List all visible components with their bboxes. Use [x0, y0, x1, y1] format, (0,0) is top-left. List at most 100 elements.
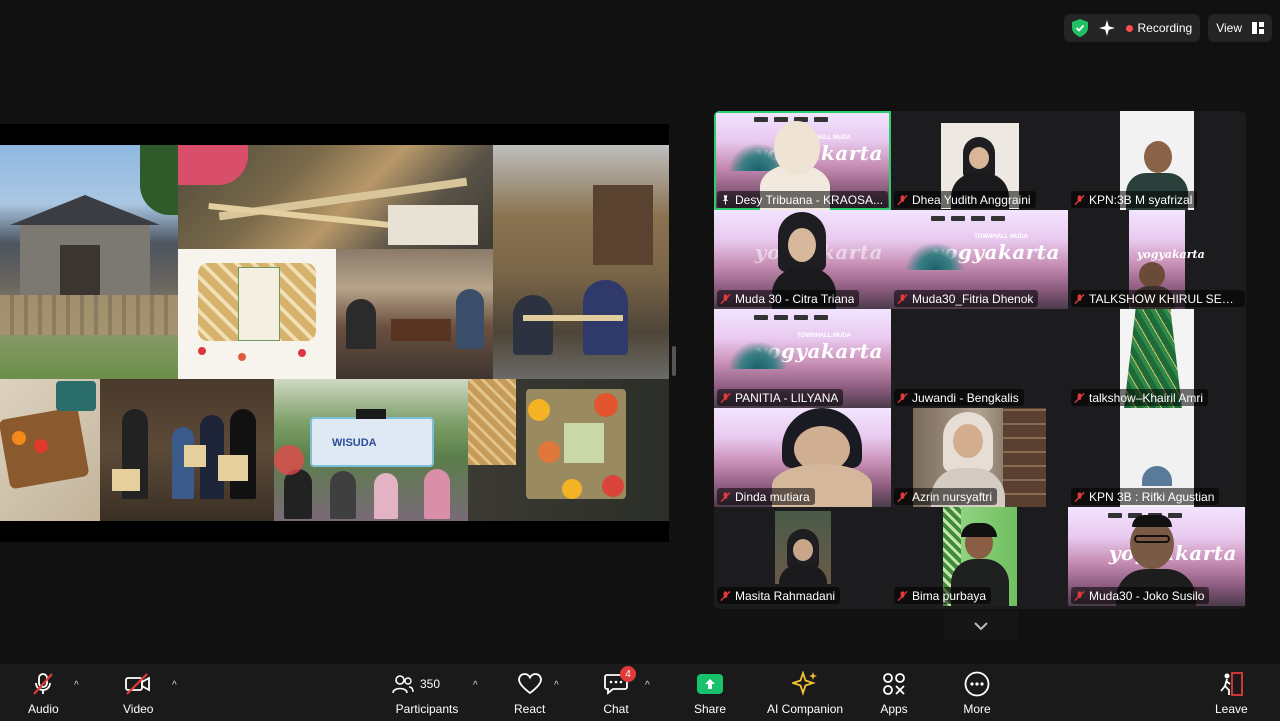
photo-meeting-room [336, 249, 493, 379]
participant-name-tag: KPN:3B M syafrizal [1071, 191, 1198, 208]
grid-view-icon [1252, 22, 1264, 34]
participants-button[interactable]: 350 Participants [392, 670, 462, 716]
share-label: Share [694, 702, 727, 716]
participant-tile[interactable]: yogyakarta Muda 30 - Citra Triana [714, 210, 891, 309]
share-button[interactable]: Share [694, 670, 726, 716]
participant-tile[interactable]: yogyakarta Muda30 - Joko Susilo [1068, 507, 1245, 606]
participant-tile[interactable]: yogyakarta TALKSHOW KHIRUL SETIA... [1068, 210, 1245, 309]
mic-muted-icon [897, 491, 908, 502]
apps-icon [883, 673, 905, 695]
mic-muted-icon [33, 673, 54, 695]
participant-name: Azrin nursyaftri [912, 489, 993, 504]
participant-tile[interactable]: TOWNHALL MUDA yogyakarta Desy Tribuana -… [714, 111, 891, 210]
participants-options-caret-icon[interactable]: ^ [473, 680, 478, 691]
mic-muted-icon [720, 392, 731, 403]
mic-muted-icon [720, 590, 731, 601]
participant-tile[interactable]: TOWNHALL MUDA yogyakarta PANITIA - LILYA… [714, 309, 891, 408]
mic-muted-icon [1074, 293, 1085, 304]
video-off-icon [125, 673, 151, 695]
video-button[interactable]: Video [123, 670, 153, 716]
shared-screen[interactable]: WISUDA [0, 124, 669, 542]
mic-muted-icon [897, 293, 908, 304]
participant-tile[interactable]: Masita Rahmadani [714, 507, 891, 606]
photo-weaving [178, 145, 493, 249]
video-label: Video [123, 702, 154, 716]
participant-tile[interactable]: Dhea Yudith Anggraini [891, 111, 1068, 210]
video-options-caret-icon[interactable]: ^ [172, 680, 177, 691]
participant-tile[interactable]: KPN:3B M syafrizal [1068, 111, 1245, 210]
react-options-caret-icon[interactable]: ^ [554, 680, 559, 691]
participant-tile[interactable]: Dinda mutiara [714, 408, 891, 507]
photo-basket-product [178, 249, 336, 379]
view-button[interactable]: View [1208, 14, 1272, 42]
more-options-icon [964, 671, 990, 697]
participant-name-tag: Bima purbaya [894, 587, 992, 604]
split-resize-handle[interactable] [672, 346, 676, 376]
participant-name-tag: KPN 3B : Rifki Agustian [1071, 488, 1220, 505]
mic-muted-icon [1074, 194, 1085, 205]
audio-button[interactable]: Audio [28, 670, 59, 716]
view-label: View [1216, 21, 1242, 35]
participant-name-tag: Dhea Yudith Anggraini [894, 191, 1036, 208]
chat-label: Chat [603, 702, 629, 716]
participant-name-tag: Muda 30 - Citra Triana [717, 290, 860, 307]
participant-tile[interactable]: Azrin nursyaftri [891, 408, 1068, 507]
share-screen-icon [697, 674, 724, 694]
participant-tile[interactable]: TOWNHALL MUDA yogyakarta Muda30_Fitria D… [891, 210, 1068, 309]
participant-tile[interactable]: talkshow–Khairil Amri [1068, 309, 1245, 408]
background-boat [728, 341, 788, 369]
participant-name: Muda30 - Joko Susilo [1089, 588, 1205, 603]
participant-name: Juwandi - Bengkalis [912, 390, 1019, 405]
more-label: More [963, 702, 991, 716]
mic-muted-icon [1074, 590, 1085, 601]
participant-name-tag: Desy Tribuana - KRAOSA... [717, 191, 889, 208]
participant-name: KPN 3B : Rifki Agustian [1089, 489, 1215, 504]
ai-companion-sparkle-icon [792, 671, 818, 696]
participant-head [774, 121, 820, 175]
mic-muted-icon [897, 590, 908, 601]
photo-collage: WISUDA [0, 145, 669, 521]
participant-name: PANITIA - LILYANA [735, 390, 839, 405]
meeting-toolbar: Audio ^ Video ^ 350 Participants ^ React… [0, 664, 1280, 721]
participant-name: talkshow–Khairil Amri [1089, 390, 1204, 405]
chat-options-caret-icon[interactable]: ^ [645, 680, 650, 691]
apps-button[interactable]: Apps [880, 670, 908, 716]
participant-tile[interactable]: Juwandi - Bengkalis [891, 309, 1068, 408]
photo-food-basket [0, 379, 100, 521]
participant-tile[interactable]: KPN 3B : Rifki Agustian [1068, 408, 1245, 507]
participant-name: Dinda mutiara [735, 489, 810, 504]
event-logos [931, 216, 1048, 222]
participant-name: KPN:3B M syafrizal [1089, 192, 1193, 207]
security-pill[interactable]: Recording [1063, 14, 1201, 42]
event-logos [754, 117, 871, 123]
participants-icon [392, 675, 414, 694]
ai-companion-label: AI Companion [767, 702, 844, 716]
photo-flower-box [468, 379, 669, 521]
gallery-next-page-button[interactable] [944, 612, 1018, 640]
chat-button[interactable]: 4 Chat [602, 666, 636, 716]
ai-companion-button[interactable]: AI Companion [767, 670, 843, 716]
audio-options-caret-icon[interactable]: ^ [74, 680, 79, 691]
mic-muted-icon [897, 392, 908, 403]
participant-name: Muda 30 - Citra Triana [735, 291, 855, 306]
participant-name: Masita Rahmadani [735, 588, 836, 603]
background-text: yogyakarta [1137, 248, 1205, 261]
ai-sparkle-icon[interactable] [1098, 19, 1116, 37]
leave-button[interactable]: Leave [1215, 670, 1248, 716]
chevron-down-icon [974, 622, 988, 631]
more-button[interactable]: More [963, 670, 991, 716]
participant-name: Bima purbaya [912, 588, 987, 603]
participant-name-tag: Azrin nursyaftri [894, 488, 998, 505]
background-boat [905, 242, 965, 270]
participants-label: Participants [395, 702, 459, 716]
photo-workshop [493, 145, 669, 379]
audio-label: Audio [28, 702, 59, 716]
react-button[interactable]: React [514, 670, 545, 716]
recording-indicator[interactable]: Recording [1125, 21, 1192, 35]
participant-name: Desy Tribuana - KRAOSA... [735, 192, 884, 207]
photo-group-baskets [100, 379, 274, 521]
participant-tile[interactable]: Bima purbaya [891, 507, 1068, 606]
participant-name: TALKSHOW KHIRUL SETIA... [1089, 291, 1240, 306]
photo-graduation: WISUDA [274, 379, 468, 521]
mic-muted-icon [897, 194, 908, 205]
